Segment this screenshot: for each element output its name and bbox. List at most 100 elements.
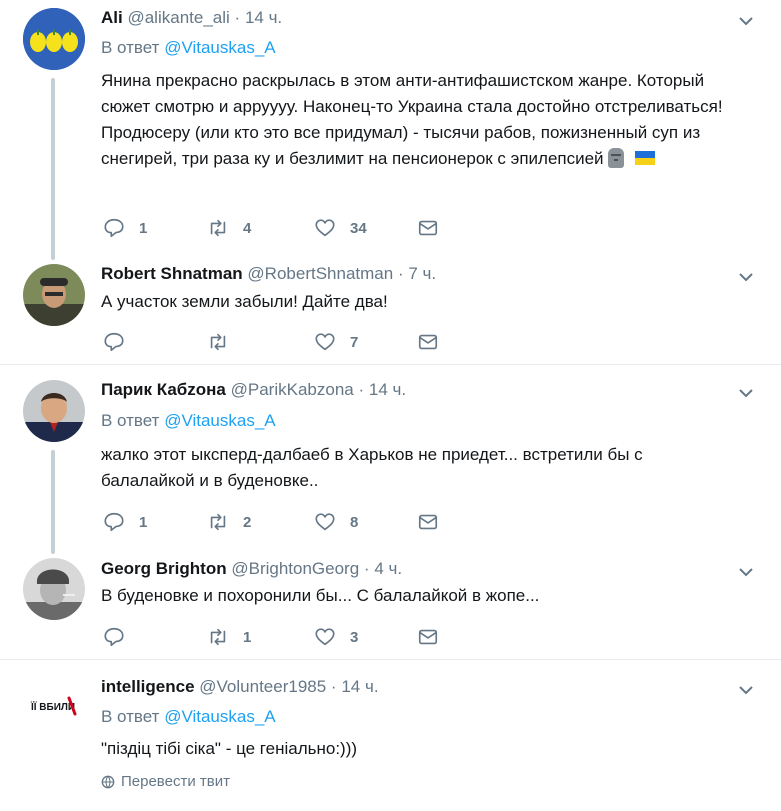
user-photo-icon <box>23 264 85 326</box>
reply-to-line: В ответ @Vitauskas_A <box>101 706 276 728</box>
like-count: 34 <box>350 219 367 237</box>
retweet-count: 1 <box>243 628 252 646</box>
reply-button[interactable]: 1 <box>103 511 147 533</box>
translate-tweet-link[interactable]: Перевести твит <box>101 773 230 790</box>
envelope-icon <box>418 220 438 236</box>
like-button[interactable]: 34 <box>314 217 367 239</box>
timestamp[interactable]: 14 ч. <box>341 677 378 696</box>
reply-to-link[interactable]: @Vitauskas_A <box>164 411 275 430</box>
timestamp[interactable]: 14 ч. <box>369 380 406 399</box>
reply-to-link[interactable]: @Vitauskas_A <box>164 38 275 57</box>
globe-icon <box>101 775 115 788</box>
reply-button[interactable]: 1 <box>103 217 147 239</box>
ukraine-flag-icon <box>635 151 656 165</box>
reply-icon <box>104 627 124 647</box>
tweet-actions: 1 2 8 <box>101 511 461 533</box>
heart-icon <box>315 628 335 646</box>
chevron-down-icon[interactable] <box>737 12 755 30</box>
reply-to-link[interactable]: @Vitauskas_A <box>164 707 275 726</box>
lemons-avatar-icon <box>23 8 85 70</box>
avatar[interactable] <box>23 558 85 620</box>
avatar[interactable] <box>23 8 85 70</box>
like-button[interactable]: 8 <box>314 511 358 533</box>
display-name[interactable]: intelligence <box>101 677 195 696</box>
dm-button[interactable] <box>417 217 439 239</box>
timestamp[interactable]: 14 ч. <box>245 8 282 27</box>
user-handle[interactable]: @Volunteer1985 <box>199 677 326 696</box>
like-count: 8 <box>350 513 359 531</box>
like-button[interactable]: 3 <box>314 626 358 648</box>
user-photo-icon <box>23 558 85 620</box>
like-count: 7 <box>350 333 359 351</box>
tweet-text: В буденовке и похоронили бы... С балалай… <box>101 586 540 605</box>
avatar[interactable] <box>23 264 85 326</box>
reply-count: 1 <box>139 513 148 531</box>
reply-to-prefix: В ответ <box>101 38 160 57</box>
separator-dot: · <box>397 264 404 283</box>
tweet-text: Янина прекрасно раскрылась в этом анти-а… <box>101 68 751 172</box>
reply-count: 1 <box>139 219 148 237</box>
dm-button[interactable] <box>417 331 439 353</box>
timestamp[interactable]: 7 ч. <box>408 264 436 283</box>
retweet-icon <box>210 628 226 646</box>
tweet-header: intelligence @Volunteer1985 · 14 ч. <box>101 677 379 697</box>
retweet-icon <box>210 219 226 237</box>
reply-icon <box>104 218 124 238</box>
retweet-icon <box>210 513 226 531</box>
reply-button[interactable] <box>103 626 139 648</box>
separator-dot: · <box>363 559 370 578</box>
retweet-button[interactable] <box>207 331 243 353</box>
envelope-icon <box>418 334 438 350</box>
heart-icon <box>315 219 335 237</box>
tweet-header: Robert Shnatman @RobertShnatman · 7 ч. <box>101 264 436 284</box>
heart-icon <box>315 513 335 531</box>
retweet-button[interactable]: 1 <box>207 626 251 648</box>
retweet-button[interactable]: 2 <box>207 511 251 533</box>
reply-to-prefix: В ответ <box>101 707 160 726</box>
reply-to-line: В ответ @Vitauskas_A <box>101 37 276 59</box>
like-count: 3 <box>350 628 359 646</box>
heart-icon <box>315 333 335 351</box>
tweet-actions: 7 <box>101 331 461 353</box>
divider <box>0 659 781 660</box>
tweet-text: А участок земли забыли! Дайте два! <box>101 292 388 311</box>
envelope-icon <box>418 514 438 530</box>
thread-line <box>51 78 55 260</box>
retweet-button[interactable]: 4 <box>207 217 251 239</box>
avatar-logo-text: ЇЇ ВБИЛИ <box>30 700 75 713</box>
user-handle[interactable]: @BrightonGeorg <box>231 559 359 578</box>
user-handle[interactable]: @alikante_ali <box>127 8 229 27</box>
like-button[interactable]: 7 <box>314 331 358 353</box>
divider <box>0 364 781 365</box>
envelope-icon <box>418 629 438 645</box>
user-handle[interactable]: @RobertShnatman <box>247 264 393 283</box>
tweet-actions: 1 3 <box>101 626 461 648</box>
dm-button[interactable] <box>417 626 439 648</box>
reply-button[interactable] <box>103 331 139 353</box>
display-name[interactable]: Парик Кабzона <box>101 380 226 399</box>
timestamp[interactable]: 4 ч. <box>374 559 402 578</box>
reply-to-prefix: В ответ <box>101 411 160 430</box>
retweet-count: 2 <box>243 513 252 531</box>
dm-button[interactable] <box>417 511 439 533</box>
avatar[interactable]: ЇЇ ВБИЛИ <box>23 674 85 736</box>
display-name[interactable]: Georg Brighton <box>101 559 227 578</box>
chevron-down-icon[interactable] <box>737 268 755 286</box>
tweet-text: жалко этот ыксперд-далбаеб в Харьков не … <box>101 445 643 490</box>
reply-icon <box>104 512 124 532</box>
translate-label: Перевести твит <box>121 773 230 790</box>
display-name[interactable]: Robert Shnatman <box>101 264 243 283</box>
chevron-down-icon[interactable] <box>737 563 755 581</box>
separator-dot: · <box>358 380 365 399</box>
logo-avatar-icon: ЇЇ ВБИЛИ <box>23 674 85 736</box>
chevron-down-icon[interactable] <box>737 384 755 402</box>
reply-to-line: В ответ @Vitauskas_A <box>101 410 276 432</box>
display-name[interactable]: Ali <box>101 8 123 27</box>
reply-icon <box>104 332 124 352</box>
chevron-down-icon[interactable] <box>737 681 755 699</box>
avatar[interactable] <box>23 380 85 442</box>
moai-icon <box>608 148 625 168</box>
separator-dot: · <box>234 8 241 27</box>
retweet-count: 4 <box>243 219 252 237</box>
user-handle[interactable]: @ParikKabzona <box>231 380 354 399</box>
